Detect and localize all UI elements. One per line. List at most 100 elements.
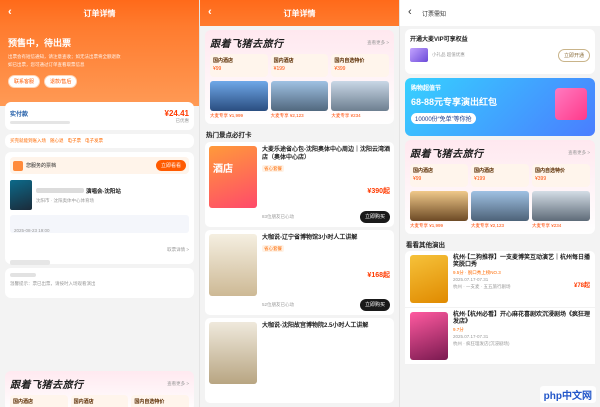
header-bar: ‹ 订单详情	[0, 0, 199, 26]
item-price: ¥390起	[367, 188, 390, 195]
promo-title: 跟着飞猪去旅行	[410, 149, 484, 160]
promo-more-link[interactable]: 查看更多 >	[367, 40, 389, 46]
vip-gift-icon	[410, 48, 428, 62]
list-item[interactable]: 大咖说-辽宁省博物馆3小时人工讲解 省心套餐 ¥168起 52位朋友已心动 立即…	[205, 230, 394, 315]
service-tags: 买完就能到账入场 随心退 电子票 电子发票	[5, 134, 194, 148]
promo-tile[interactable]: 国内酒店 ¥99	[410, 164, 468, 187]
page-title: 订票需知	[422, 11, 447, 18]
vip-open-button[interactable]: 立即开通	[557, 48, 590, 62]
show-poster	[410, 312, 448, 360]
show-venue: 杭州 · 一支麦 · 五五旅行剧场	[453, 284, 511, 289]
hotel-card[interactable]: 大麦专享 ¥1,999	[210, 81, 268, 119]
hotel-card[interactable]: 大麦专享 ¥2,123	[270, 81, 329, 119]
price-value: ¥24.41	[164, 108, 189, 118]
item-chip: 省心套餐	[262, 245, 284, 252]
promo-banner[interactable]: 购物超值节 68-88元专享演出红包 10000份“免单”等你抢	[405, 78, 595, 136]
item-chip: 省心套餐	[262, 165, 284, 172]
tag-2: 随心退	[50, 138, 64, 143]
notice-text: 温馨提示：票已出票，请按时入场观看演出	[10, 281, 96, 286]
promo-card: 跟着飞猪去旅行 查看更多 > 国内酒店 ¥99 国内酒店 ¥199 国内自选特价 ¥3…	[205, 30, 394, 124]
ticket-card: 您服务的票档 立即看看 演唱会-沈阳站 沈阳市 · 沈阳奥体中心体育场 2025…	[5, 152, 194, 265]
price-card: 实付款 ¥24.41 已优惠	[5, 102, 194, 130]
show-price: ¥78起	[573, 283, 590, 289]
item-price: ¥168起	[367, 272, 390, 279]
vip-card: 开通大麦VIP可享权益 小礼品 超值优惠 立即开通	[405, 29, 595, 74]
header-bar: ‹ 订单详情	[200, 0, 399, 26]
status-banner: 预售中，待出票 出票会有短信通知，请注意查收；如无法出票将全额退款 如已出票，您…	[0, 26, 199, 106]
show-score: 9.7分	[453, 327, 464, 332]
price-label: 实付款	[10, 111, 29, 118]
back-arrow-icon[interactable]: ‹	[408, 6, 412, 18]
promo-tile[interactable]: 国内酒店	[70, 395, 129, 407]
promo-tile[interactable]: 国内自选特价 ¥399	[532, 164, 590, 187]
gift-box-icon	[555, 88, 587, 120]
item-title: 大麦乐途省心包-沈阳奥体中心周边｜沈阳云湾酒店（奥体中心店）	[262, 147, 390, 161]
promo-title: 跟着飞猪去旅行	[210, 39, 284, 50]
event-name: 演唱会-沈阳站	[86, 188, 121, 195]
show-score: 9.5分 · 脱口秀上榜NO.3	[453, 270, 501, 275]
status-desc-1: 出票会有短信通知，请注意查收；如无法出票将全额退款	[8, 54, 121, 59]
thumb-text: 酒店	[213, 164, 233, 175]
back-arrow-icon[interactable]: ‹	[8, 6, 12, 18]
list-item[interactable]: 酒店 大麦乐途省心包-沈阳奥体中心周边｜沈阳云湾酒店（奥体中心店） 省心套餐 ¥…	[205, 142, 394, 227]
section-title: 看看其他演出	[406, 242, 445, 249]
promo-tile[interactable]: 国内自选特价 ¥399	[331, 54, 390, 77]
item-likes: 52位朋友已心动	[262, 302, 295, 307]
item-thumbnail	[209, 234, 257, 296]
qr-placeholder	[10, 260, 50, 265]
item-title: 大咖说-沈阳故宫博物院2.5小时人工讲解	[262, 323, 369, 329]
panel-ticket-notice: ‹ 订票需知 开通大麦VIP可享权益 小礼品 超值优惠 立即开通 购物超值节 6…	[400, 0, 600, 407]
promo-tile[interactable]: 国内酒店 ¥99	[210, 54, 268, 77]
panel-order-detail-1: ‹ 订单详情 预售中，待出票 出票会有短信通知，请注意查收；如无法出票将全额退款…	[0, 0, 200, 407]
item-thumbnail	[209, 322, 257, 384]
banner-sub: 10000份“免单”等你抢	[411, 113, 476, 124]
tag-3: 电子票	[67, 138, 82, 143]
section-title: 热门景点必打卡	[206, 132, 252, 139]
page-title: 订单详情	[283, 8, 316, 18]
promo-tile[interactable]: 国内自选特价	[131, 395, 190, 407]
watermark-logo: php中文网	[539, 386, 596, 403]
show-title: 杭州·【二狗推荐】一支麦博笑互动演艺｜杭州每日播笑脱口秀	[453, 255, 590, 268]
show-title: 杭州·【杭州必看】开心麻花喜剧欢沉浸剧场《疯狂理发店》	[453, 312, 590, 325]
hotel-card[interactable]: 大麦专享 ¥234	[331, 81, 390, 119]
event-date-box: 2025-08-23 19:00	[10, 215, 189, 233]
show-poster	[410, 255, 448, 303]
ticket-detail-link[interactable]: 取票详情 >	[167, 247, 189, 252]
show-venue: 杭州 · 疯狂理发店(沉浸剧场)	[453, 341, 510, 346]
header-bar: ‹ 订票需知	[400, 0, 600, 26]
show-item[interactable]: 杭州·【二狗推荐】一支麦博笑互动演艺｜杭州每日播笑脱口秀 9.5分 · 脱口秀上…	[405, 251, 595, 308]
item-likes: 83位朋友已心动	[262, 214, 295, 219]
promo-tile[interactable]: 国内酒店 ¥199	[270, 54, 329, 77]
back-arrow-icon[interactable]: ‹	[208, 6, 212, 18]
tag-4: 电子发票	[85, 138, 103, 143]
buy-button[interactable]: 立即购买	[359, 211, 390, 223]
hotel-card[interactable]: 大麦专享 ¥1,999	[410, 191, 468, 229]
status-desc-2: 如已出票，您可通过订单查看取票信息	[8, 62, 85, 67]
refund-button[interactable]: 退款/售后	[44, 75, 78, 88]
promo-tile[interactable]: 国内酒店	[10, 395, 68, 407]
notice-card: 温馨提示：票已出票，请按时入场观看演出	[5, 268, 194, 298]
event-poster	[10, 180, 32, 210]
promo-tile[interactable]: 国内酒店 ¥199	[471, 164, 529, 187]
promo-more-link[interactable]: 查看更多 >	[568, 150, 590, 156]
contact-service-button[interactable]: 联系客服	[8, 75, 41, 88]
show-date: 2025.07.17-07.31	[453, 334, 489, 339]
event-date: 2025-08-23 19:00	[14, 228, 50, 233]
hotel-card[interactable]: 大麦专享 ¥234	[532, 191, 590, 229]
show-date: 2025.07.17-07.31	[453, 277, 489, 282]
show-item[interactable]: 杭州·【杭州必看】开心麻花喜剧欢沉浸剧场《疯狂理发店》 9.7分 2025.07…	[405, 308, 595, 365]
blurred-text	[10, 120, 70, 124]
buy-button[interactable]: 立即购买	[359, 299, 390, 311]
price-note: 已优惠	[175, 117, 190, 123]
view-ticket-button[interactable]: 立即看看	[155, 160, 186, 171]
vip-item: 小礼品 超值优惠	[432, 52, 465, 57]
vip-title: 开通大麦VIP可享权益	[410, 37, 468, 43]
hotel-card[interactable]: 大麦专享 ¥2,123	[471, 191, 529, 229]
promo-more-link[interactable]: 查看更多 >	[167, 381, 189, 387]
tag-1: 买完就能到账入场	[10, 138, 46, 143]
list-item[interactable]: 大咖说-沈阳故宫博物院2.5小时人工讲解	[205, 318, 394, 403]
item-title: 大咖说-辽宁省博物馆3小时人工讲解	[262, 235, 358, 241]
panel-order-detail-2: ‹ 订单详情 跟着飞猪去旅行 查看更多 > 国内酒店 ¥99 国内酒店 ¥199 国…	[200, 0, 400, 407]
blurred-artist	[36, 188, 84, 193]
promo-card: 跟着飞猪去旅行 查看更多 > 国内酒店 ¥99 国内酒店 ¥199 国内自选特价 ¥3…	[405, 140, 595, 234]
